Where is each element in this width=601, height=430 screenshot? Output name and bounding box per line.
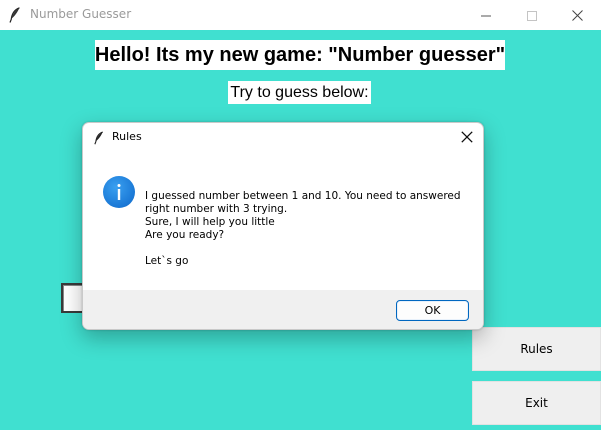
feather-icon (9, 7, 21, 23)
message-line (145, 242, 465, 255)
app-window: Number Guesser Hello! Its my new game: "… (0, 0, 601, 430)
dialog-close-button[interactable] (453, 125, 481, 149)
rules-button[interactable]: Rules (472, 327, 601, 371)
close-icon (461, 128, 473, 147)
close-icon (571, 6, 583, 25)
dialog-message: I guessed number between 1 and 10. You n… (145, 190, 465, 268)
ok-button[interactable]: OK (396, 300, 469, 321)
rules-dialog: Rules I guessed number between 1 and 10.… (82, 122, 484, 330)
minimize-icon (481, 6, 491, 25)
feather-icon (94, 130, 104, 145)
info-icon (103, 176, 135, 208)
title-bar: Number Guesser (0, 0, 601, 30)
headline-label: Hello! Its my new game: "Number guesser" (95, 40, 505, 70)
maximize-icon (527, 6, 537, 25)
dialog-title-bar: Rules (83, 123, 483, 151)
minimize-button[interactable] (463, 0, 509, 30)
message-line: Sure, I will help you little (145, 216, 275, 228)
maximize-button[interactable] (509, 0, 555, 30)
message-line: Are you ready? (145, 229, 225, 241)
exit-button[interactable]: Exit (472, 381, 601, 425)
dialog-footer: OK (83, 290, 483, 329)
close-button[interactable] (554, 0, 600, 30)
dialog-title: Rules (112, 130, 142, 143)
message-line: Let`s go (145, 255, 189, 267)
window-title: Number Guesser (30, 7, 132, 21)
message-line: I guessed number between 1 and 10. You n… (145, 190, 461, 202)
instruction-label: Try to guess below: (228, 81, 371, 104)
message-line: right number with 3 trying. (145, 203, 288, 215)
